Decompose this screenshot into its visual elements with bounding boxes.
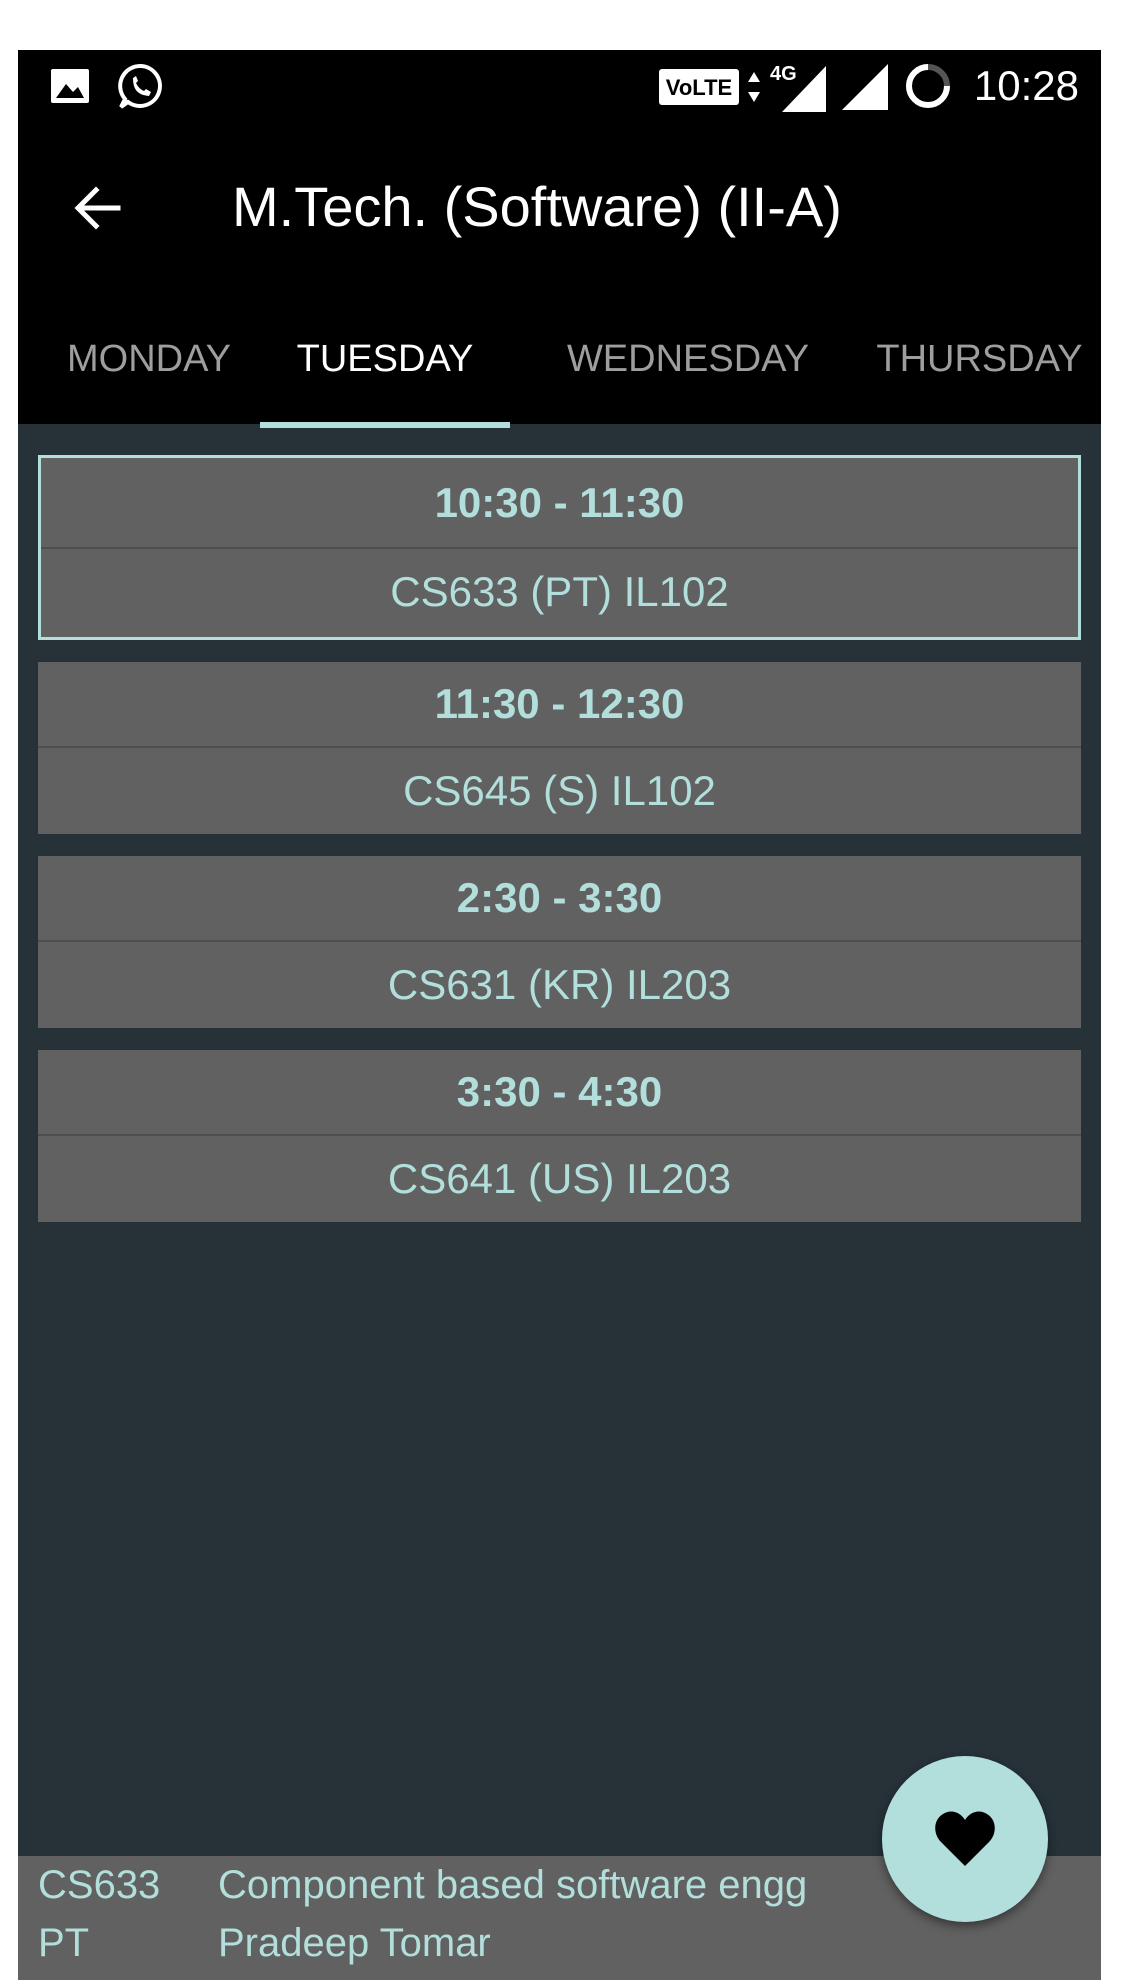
schedule-slot[interactable]: 3:30 - 4:30 CS641 (US) IL203	[38, 1050, 1081, 1222]
course-name: Component based software engg	[218, 1863, 808, 1907]
slot-time: 11:30 - 12:30	[38, 662, 1081, 748]
app-bar: M.Tech. (Software) (II-A)	[18, 122, 1101, 294]
app-screen: VoLTE 4G 10:28 M.Tech. (Software) (II-A)…	[18, 50, 1101, 1980]
slot-course: CS641 (US) IL203	[387, 1155, 732, 1202]
schedule-slot[interactable]: 10:30 - 11:30 CS633 (PT) IL102	[38, 455, 1081, 640]
slot-course: CS633 (PT) IL102	[390, 568, 729, 615]
day-tabs: MONDAY TUESDAY WEDNESDAY THURSDAY	[18, 294, 1101, 424]
image-icon	[51, 69, 89, 103]
tab-monday[interactable]: MONDAY	[36, 294, 262, 424]
favorite-button[interactable]	[882, 1756, 1048, 1922]
tab-thursday[interactable]: THURSDAY	[858, 294, 1101, 424]
schedule-slot[interactable]: 11:30 - 12:30 CS645 (S) IL102	[38, 662, 1081, 834]
slot-time: 2:30 - 3:30	[38, 856, 1081, 942]
tab-indicator	[260, 422, 510, 428]
tab-tuesday[interactable]: TUESDAY	[260, 294, 510, 424]
back-button[interactable]	[58, 168, 138, 248]
faculty-name: Pradeep Tomar	[218, 1921, 491, 1965]
volte-icon: VoLTE	[659, 69, 739, 105]
svg-text:VoLTE: VoLTE	[666, 75, 732, 100]
slot-time: 10:30 - 11:30	[41, 458, 1078, 549]
course-code: CS633	[38, 1863, 161, 1907]
arrow-back-icon	[74, 186, 121, 230]
signal-icon	[842, 64, 888, 110]
heart-icon	[935, 1811, 995, 1866]
loading-icon	[906, 64, 950, 108]
svg-text:4G: 4G	[770, 63, 797, 85]
slot-course: CS645 (S) IL102	[403, 767, 716, 814]
status-time: 10:28	[973, 62, 1079, 109]
tab-wednesday[interactable]: WEDNESDAY	[536, 294, 840, 424]
slot-time: 3:30 - 4:30	[38, 1050, 1081, 1136]
signal-4g-icon: 4G	[770, 63, 826, 112]
faculty-code: PT	[38, 1921, 90, 1965]
status-bar: VoLTE 4G 10:28	[18, 50, 1101, 122]
whatsapp-icon	[118, 63, 162, 109]
data-arrows-icon	[748, 72, 760, 102]
page-title: M.Tech. (Software) (II-A)	[232, 175, 842, 238]
schedule-slot[interactable]: 2:30 - 3:30 CS631 (KR) IL203	[38, 856, 1081, 1028]
slot-course: CS631 (KR) IL203	[387, 961, 732, 1008]
